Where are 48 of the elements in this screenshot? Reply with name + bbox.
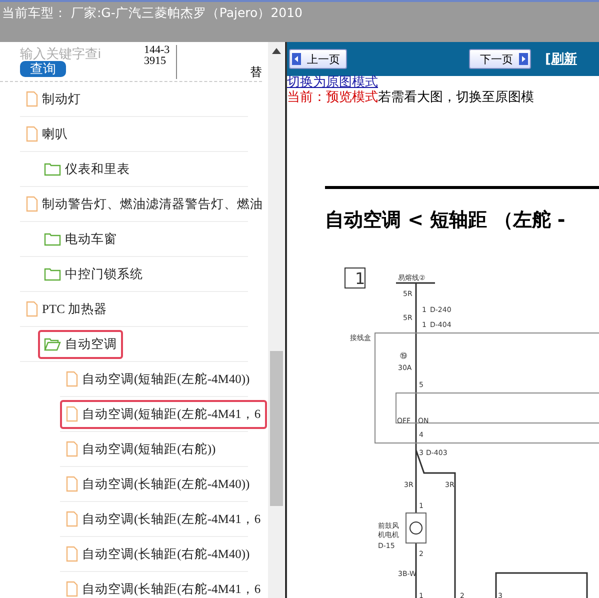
file-icon <box>66 406 78 422</box>
current-mode-text: 当前：预览模式 <box>287 90 378 105</box>
tree-item[interactable]: 中控门锁系统 <box>38 260 149 288</box>
open-folder-icon <box>44 337 61 351</box>
section-number-frame <box>344 268 366 288</box>
file-icon <box>26 91 38 107</box>
folder-icon <box>44 232 61 246</box>
folder-icon <box>44 267 61 281</box>
diagram-label: 1 <box>355 269 366 288</box>
right-arrow-icon <box>519 53 528 65</box>
original-mode-link[interactable]: 切换为原图模式 <box>287 76 378 90</box>
tree-item[interactable]: 制动灯 <box>20 84 87 114</box>
file-icon <box>26 126 38 142</box>
folder-icon <box>44 162 61 176</box>
refresh-link[interactable]: [刷新 <box>545 50 577 68</box>
vehicle-title: 当前车型： 厂家:G-广汽三菱帕杰罗（Pajero）2010 <box>2 5 303 20</box>
tree-item[interactable]: 自动空调(短轴距(右舵)) <box>60 434 222 464</box>
tree-item[interactable]: 喇叭 <box>20 120 74 148</box>
mode-hint-text: 若需看大图，切换至原图模 <box>378 90 534 105</box>
tree-item[interactable]: 自动空调(短轴距(左舵-4M41，6 <box>60 400 267 428</box>
scrollbar-thumb[interactable] <box>270 351 282 506</box>
next-page-button[interactable]: 下一页 <box>469 49 531 69</box>
tree-item[interactable]: 自动空调 <box>38 330 123 358</box>
tree-item[interactable]: 制动警告灯、燃油滤清器警告灯、燃油 <box>20 190 268 218</box>
tree-item[interactable]: 自动空调(长轴距(右舵-4M41，6 <box>60 574 267 598</box>
file-icon <box>26 196 38 212</box>
search-button[interactable]: 查询 <box>20 61 66 77</box>
tree-item[interactable]: 自动空调(短轴距(左舵-4M40)) <box>60 364 256 394</box>
file-icon <box>66 511 78 527</box>
scrollbar[interactable] <box>268 42 284 598</box>
file-icon <box>66 476 78 492</box>
tree-item[interactable]: 自动空调(长轴距(右舵-4M40)) <box>60 540 256 568</box>
tree-item[interactable]: 自动空调(长轴距(左舵-4M41，6 <box>60 504 267 534</box>
left-arrow-icon <box>292 53 301 65</box>
tree-item[interactable]: 仪表和里表 <box>38 154 136 184</box>
file-icon <box>66 546 78 562</box>
search-field[interactable]: 输入关键字查i <box>20 46 135 61</box>
prev-page-button[interactable]: 上一页 <box>289 49 347 69</box>
side-text: 替 <box>250 64 262 81</box>
diagram-title: 自动空调 < 短轴距 （左舵 - <box>325 208 566 233</box>
tree-item[interactable]: 自动空调(长轴距(左舵-4M40)) <box>60 470 256 498</box>
code-text: 144-33915 <box>144 44 177 78</box>
file-icon <box>66 441 78 457</box>
tree-item[interactable]: PTC 加热器 <box>20 294 114 324</box>
tree-item[interactable]: 电动车窗 <box>38 224 123 254</box>
file-icon <box>26 301 38 317</box>
file-icon <box>66 371 78 387</box>
scroll-up-icon[interactable] <box>272 48 280 54</box>
